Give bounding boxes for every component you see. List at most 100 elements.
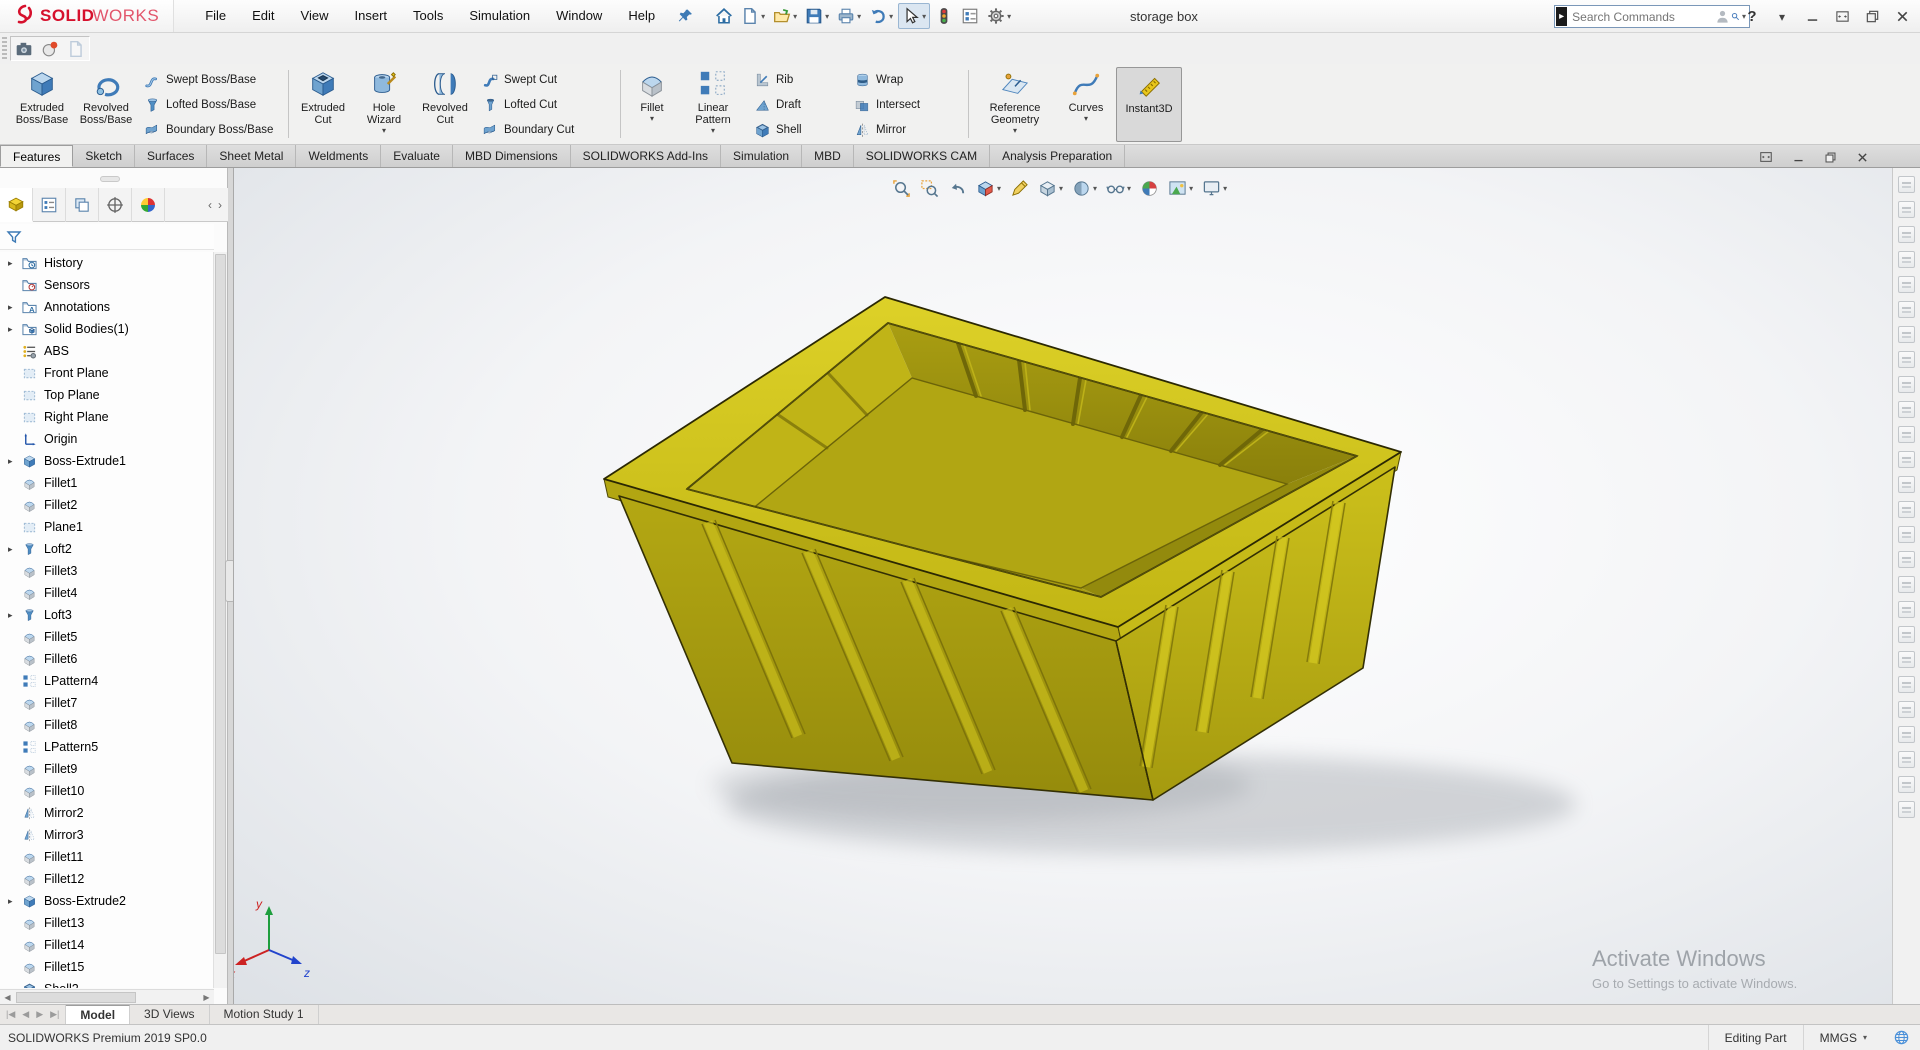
command-tab[interactable]: MBD: [802, 145, 854, 167]
task-pane-strip-icon[interactable]: [1898, 651, 1915, 668]
scroll-left-arrow[interactable]: ◀: [0, 993, 15, 1002]
menu-item[interactable]: File: [192, 0, 239, 32]
tree-item[interactable]: ▸ Fillet7: [0, 692, 214, 714]
task-pane-strip-icon[interactable]: [1898, 626, 1915, 643]
tree-item[interactable]: ▸ Right Plane: [0, 406, 214, 428]
tree-item[interactable]: ▸ Fillet2: [0, 494, 214, 516]
tree-item[interactable]: ▸ Fillet6: [0, 648, 214, 670]
tab-property-manager[interactable]: [33, 188, 66, 222]
minimize-button[interactable]: [1800, 5, 1824, 29]
task-pane-strip-icon[interactable]: [1898, 526, 1915, 543]
tree-item[interactable]: ▸ Plane1: [0, 516, 214, 538]
linear-pattern-caret[interactable]: ▾: [711, 127, 715, 135]
panel-rollup-handle[interactable]: [100, 176, 120, 182]
command-tab[interactable]: Analysis Preparation: [990, 145, 1125, 167]
fillet-button[interactable]: Fillet ▾: [626, 67, 678, 142]
open-button[interactable]: ▾: [770, 3, 800, 29]
close-button[interactable]: [1890, 5, 1914, 29]
task-pane-strip-icon[interactable]: [1898, 426, 1915, 443]
tree-item[interactable]: ▸ Fillet10: [0, 780, 214, 802]
reference-geometry-button[interactable]: Reference Geometry ▾: [974, 67, 1056, 142]
search-scope-icon[interactable]: ▸: [1556, 7, 1567, 26]
wrap-button[interactable]: Wrap: [850, 68, 962, 92]
tree-item[interactable]: ▸ ABS: [0, 340, 214, 362]
tree-item[interactable]: ▸ Fillet11: [0, 846, 214, 868]
zoom-to-area-button[interactable]: [917, 176, 942, 200]
draft-button[interactable]: Draft: [750, 93, 846, 117]
tree-item[interactable]: ▸ LPattern4: [0, 670, 214, 692]
view-orientation-button[interactable]: ▾: [1035, 176, 1066, 200]
tree-item[interactable]: ▸ History: [0, 252, 214, 274]
display-style-button[interactable]: ▾: [1069, 176, 1100, 200]
document-tab[interactable]: 3D Views: [130, 1005, 209, 1024]
task-pane-strip-icon[interactable]: [1898, 576, 1915, 593]
tree-item[interactable]: ▸ Top Plane: [0, 384, 214, 406]
task-pane-strip-icon[interactable]: [1898, 701, 1915, 718]
task-pane-strip-icon[interactable]: [1898, 351, 1915, 368]
last-tab-arrow[interactable]: ▶|: [50, 1009, 59, 1020]
tree-item[interactable]: ▸ Boss-Extrude2: [0, 890, 214, 912]
expand-arrow[interactable]: ▸: [8, 258, 22, 269]
tree-item[interactable]: ▸ LPattern5: [0, 736, 214, 758]
dock-window-button[interactable]: [1830, 5, 1854, 29]
status-globe-icon[interactable]: [1893, 1029, 1910, 1046]
tree-vertical-scrollbar[interactable]: [213, 252, 227, 988]
panel-tabs-scroll-left[interactable]: ‹: [208, 198, 212, 212]
scroll-right-arrow[interactable]: ▶: [199, 993, 214, 1002]
task-pane-strip-icon[interactable]: [1898, 226, 1915, 243]
previous-view-button[interactable]: [945, 176, 970, 200]
task-pane-strip-icon[interactable]: [1898, 776, 1915, 793]
task-pane-strip-icon[interactable]: [1898, 801, 1915, 818]
command-tab[interactable]: Sketch: [73, 145, 135, 167]
task-pane-strip-icon[interactable]: [1898, 451, 1915, 468]
command-tab[interactable]: Features: [0, 145, 73, 167]
new-document-button[interactable]: ▾: [738, 3, 768, 29]
rebuild-button[interactable]: [932, 3, 956, 29]
doc-dock-button[interactable]: [1756, 148, 1776, 166]
tree-horizontal-scrollbar[interactable]: ◀ ▶: [0, 989, 214, 1004]
tree-item[interactable]: ▸ Annotations: [0, 296, 214, 318]
home-button[interactable]: [712, 3, 736, 29]
tree-item[interactable]: ▸ Front Plane: [0, 362, 214, 384]
save-button[interactable]: ▾: [802, 3, 832, 29]
revolved-cut-button[interactable]: Revolved Cut: [415, 67, 475, 142]
help-dropdown-caret[interactable]: ▾: [1770, 5, 1794, 29]
task-pane-strip-icon[interactable]: [1898, 501, 1915, 518]
task-pane-strip-icon[interactable]: [1898, 751, 1915, 768]
task-pane-strip-icon[interactable]: [1898, 176, 1915, 193]
command-tab[interactable]: SOLIDWORKS CAM: [854, 145, 990, 167]
task-pane-strip-icon[interactable]: [1898, 676, 1915, 693]
hscroll-thumb[interactable]: [16, 992, 136, 1003]
hide-show-items-button[interactable]: ▾: [1103, 176, 1134, 200]
fillet-caret[interactable]: ▾: [650, 115, 654, 123]
menu-item[interactable]: View: [288, 0, 342, 32]
tree-item[interactable]: ▸ Fillet15: [0, 956, 214, 978]
task-pane-strip-icon[interactable]: [1898, 376, 1915, 393]
view-settings-button[interactable]: ▾: [1199, 176, 1230, 200]
command-tab[interactable]: Weldments: [296, 145, 381, 167]
tree-item[interactable]: ▸ Mirror3: [0, 824, 214, 846]
doc-minimize-button[interactable]: [1788, 148, 1808, 166]
appearance-tool-icon[interactable]: [41, 40, 59, 58]
zoom-to-fit-button[interactable]: [889, 176, 914, 200]
swept-boss-base-button[interactable]: Swept Boss/Base: [140, 68, 284, 92]
revolved-boss-base-button[interactable]: Revolved Boss/Base: [74, 67, 138, 142]
menu-item[interactable]: Tools: [400, 0, 456, 32]
task-pane-strip-icon[interactable]: [1898, 476, 1915, 493]
prev-tab-arrow[interactable]: ◀: [22, 1009, 29, 1020]
settings-button[interactable]: ▾: [984, 3, 1014, 29]
edit-appearance-button[interactable]: [1137, 176, 1162, 200]
tree-item[interactable]: ▸ Mirror2: [0, 802, 214, 824]
linear-pattern-button[interactable]: Linear Pattern ▾: [682, 67, 744, 142]
command-tab[interactable]: Simulation: [721, 145, 802, 167]
panel-tabs-scroll-right[interactable]: ›: [218, 198, 222, 212]
command-tab[interactable]: Evaluate: [381, 145, 453, 167]
tree-item[interactable]: ▸ Fillet4: [0, 582, 214, 604]
tab-configuration-manager[interactable]: [66, 188, 99, 222]
tree-item[interactable]: ▸ Fillet8: [0, 714, 214, 736]
curves-caret[interactable]: ▾: [1084, 115, 1088, 123]
tree-item[interactable]: ▸ Sensors: [0, 274, 214, 296]
tree-item[interactable]: ▸ Loft3: [0, 604, 214, 626]
snapshot-tool-icon[interactable]: [15, 40, 33, 58]
command-tab[interactable]: Surfaces: [135, 145, 207, 167]
